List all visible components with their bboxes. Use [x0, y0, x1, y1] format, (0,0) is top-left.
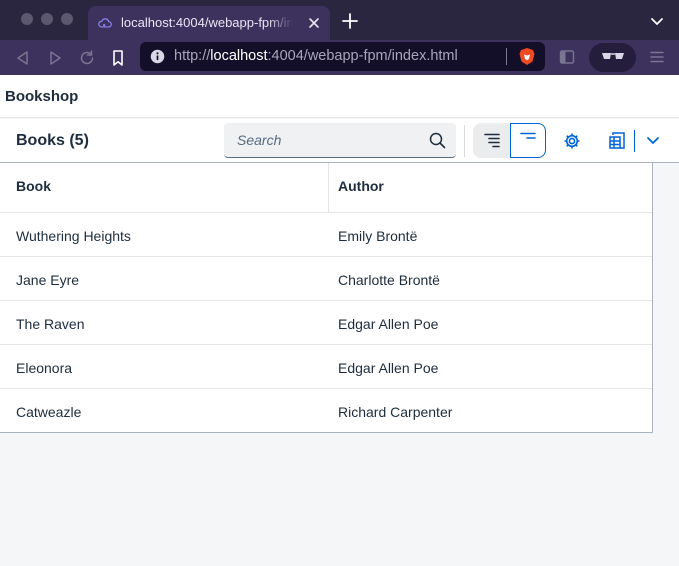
- url-scheme: http://: [174, 48, 211, 64]
- cell-book: Jane Eyre: [16, 272, 80, 288]
- export-split-divider: [634, 130, 635, 152]
- search-field[interactable]: [224, 123, 456, 158]
- gear-icon[interactable]: [562, 131, 582, 151]
- window-zoom-button[interactable]: [61, 13, 73, 25]
- url-path: :4004/webapp-fpm/index.html: [267, 48, 458, 64]
- back-icon[interactable]: [13, 48, 33, 68]
- cell-author: Edgar Allen Poe: [338, 360, 439, 376]
- cell-book: Catweazle: [16, 404, 82, 420]
- cell-book: Wuthering Heights: [16, 228, 131, 244]
- search-input[interactable]: [224, 123, 424, 157]
- cell-book: The Raven: [16, 316, 85, 332]
- window-minimize-button[interactable]: [41, 13, 53, 25]
- url-host: localhost: [210, 48, 268, 64]
- table-row[interactable]: Catweazle Richard Carpenter: [0, 389, 652, 432]
- reload-icon[interactable]: [77, 48, 97, 68]
- sidebar-icon[interactable]: [558, 48, 576, 66]
- bookmark-icon[interactable]: [108, 48, 128, 68]
- books-table: Book Author Wuthering Heights Emily Bron…: [0, 163, 653, 433]
- private-glasses-icon: [602, 53, 624, 59]
- toolbar-separator: [464, 125, 465, 157]
- cell-author: Richard Carpenter: [338, 404, 453, 420]
- chevron-down-icon[interactable]: [648, 12, 666, 30]
- private-window-indicator[interactable]: [589, 43, 636, 72]
- close-icon[interactable]: [304, 13, 324, 33]
- table-row[interactable]: Eleonora Edgar Allen Poe: [0, 345, 652, 389]
- address-bar[interactable]: http://localhost:4004/webapp-fpm/index.h…: [140, 42, 545, 71]
- condense-rows-icon: [520, 132, 536, 139]
- plus-icon[interactable]: [340, 11, 360, 31]
- expand-view-button[interactable]: [473, 123, 511, 158]
- table-row[interactable]: The Raven Edgar Allen Poe: [0, 301, 652, 345]
- url-text: http://localhost:4004/webapp-fpm/index.h…: [174, 48, 458, 64]
- cell-author: Emily Brontë: [338, 228, 418, 244]
- column-header-author[interactable]: Author: [329, 163, 652, 212]
- brave-shield-icon[interactable]: [518, 47, 536, 66]
- table-header: Book Author: [0, 163, 652, 213]
- expand-rows-icon: [484, 133, 500, 148]
- table-row[interactable]: Wuthering Heights Emily Brontë: [0, 213, 652, 257]
- browser-toolbar: http://localhost:4004/webapp-fpm/index.h…: [0, 40, 679, 75]
- view-mode-toggle: [473, 123, 546, 158]
- column-header-book[interactable]: Book: [0, 163, 329, 212]
- browser-title-bar: localhost:4004/webapp-fpm/index.html: [0, 0, 679, 40]
- table-row[interactable]: Jane Eyre Charlotte Brontë: [0, 257, 652, 301]
- search-icon[interactable]: [429, 132, 446, 149]
- app-title: Bookshop: [5, 88, 79, 105]
- browser-tab[interactable]: localhost:4004/webapp-fpm/index.html: [88, 6, 330, 40]
- tab-title: localhost:4004/webapp-fpm/index.html: [121, 15, 293, 30]
- app-header: Bookshop: [0, 75, 679, 118]
- export-spreadsheet-icon[interactable]: [608, 131, 626, 150]
- forward-icon[interactable]: [45, 48, 65, 68]
- cell-book: Eleonora: [16, 360, 73, 376]
- cell-author: Edgar Allen Poe: [338, 316, 439, 332]
- address-bar-divider: [506, 48, 507, 65]
- table-body: Wuthering Heights Emily Brontë Jane Eyre…: [0, 213, 652, 432]
- window-close-button[interactable]: [21, 13, 33, 25]
- cloud-favicon-icon: [98, 18, 112, 28]
- cell-author: Charlotte Brontë: [338, 272, 440, 288]
- table-title: Books (5): [16, 132, 89, 149]
- info-icon[interactable]: [150, 49, 165, 64]
- hamburger-menu-icon[interactable]: [648, 48, 666, 66]
- table-toolbar: Books (5): [0, 119, 679, 163]
- chevron-down-icon[interactable]: [645, 132, 661, 148]
- condensed-view-button[interactable]: [510, 123, 546, 158]
